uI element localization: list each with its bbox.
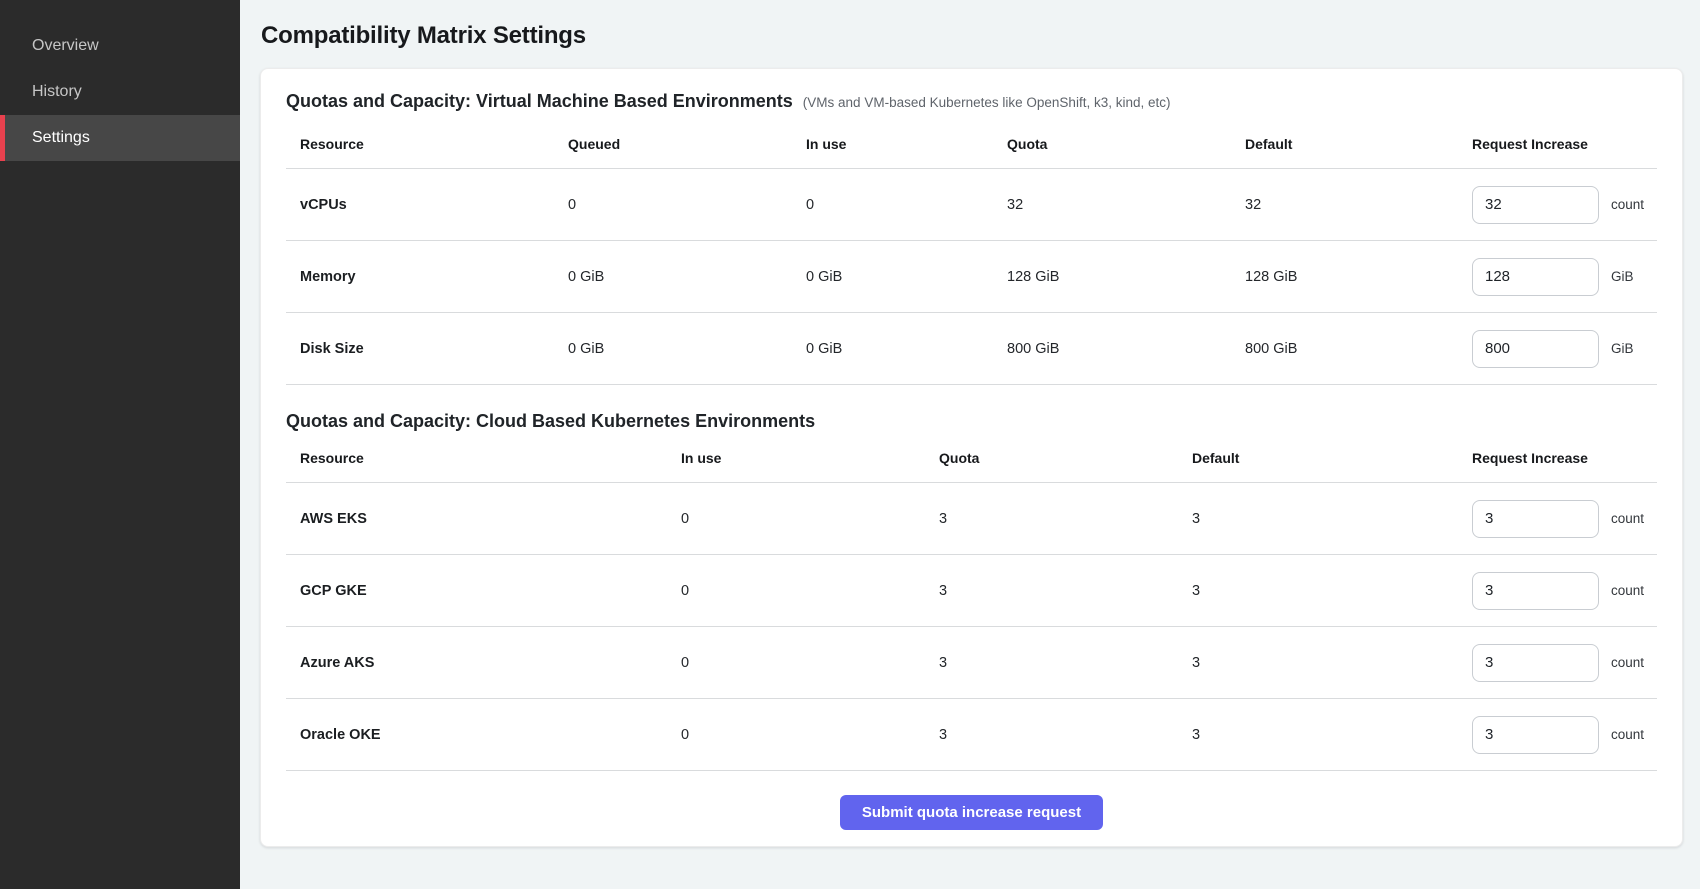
quota-cell: 3 — [925, 699, 1178, 771]
column-header: Resource — [286, 450, 667, 483]
quota-cell: 3 — [925, 483, 1178, 555]
settings-card: Quotas and Capacity: Virtual Machine Bas… — [260, 68, 1683, 847]
request-increase-input[interactable] — [1472, 330, 1599, 368]
default-cell: 32 — [1231, 169, 1458, 241]
table-row: Azure AKS033count — [286, 627, 1657, 699]
resource-cell: Azure AKS — [286, 627, 667, 699]
quota-cell: 128 GiB — [993, 241, 1231, 313]
in-use-cell: 0 — [792, 169, 993, 241]
unit-label: count — [1611, 511, 1644, 526]
column-header: Request Increase — [1458, 450, 1657, 483]
quota-cell: 3 — [925, 627, 1178, 699]
default-cell: 800 GiB — [1231, 313, 1458, 385]
quota-cell: 3 — [925, 555, 1178, 627]
main-content: Compatibility Matrix Settings Quotas and… — [240, 0, 1700, 889]
table-row: Disk Size0 GiB0 GiB800 GiB800 GiBGiB — [286, 313, 1657, 385]
default-cell: 3 — [1178, 483, 1458, 555]
resource-cell: vCPUs — [286, 169, 554, 241]
column-header: Default — [1231, 136, 1458, 169]
vm-section-header: Quotas and Capacity: Virtual Machine Bas… — [286, 91, 1657, 112]
vm-section-title: Quotas and Capacity: Virtual Machine Bas… — [286, 91, 793, 112]
unit-label: count — [1611, 197, 1644, 212]
quota-cell: 32 — [993, 169, 1231, 241]
default-cell: 3 — [1178, 627, 1458, 699]
submit-row: Submit quota increase request — [286, 795, 1657, 830]
vm-quota-table: ResourceQueuedIn useQuotaDefaultRequest … — [286, 136, 1657, 385]
sidebar: OverviewHistorySettings — [0, 0, 240, 889]
request-increase-cell: count — [1458, 169, 1657, 241]
queued-cell: 0 GiB — [554, 313, 792, 385]
column-header: Default — [1178, 450, 1458, 483]
default-cell: 128 GiB — [1231, 241, 1458, 313]
table-row: GCP GKE033count — [286, 555, 1657, 627]
sidebar-item-overview[interactable]: Overview — [0, 23, 240, 69]
resource-cell: AWS EKS — [286, 483, 667, 555]
app-window: OverviewHistorySettings Compatibility Ma… — [0, 0, 1700, 889]
sidebar-item-settings[interactable]: Settings — [0, 115, 240, 161]
request-increase-input[interactable] — [1472, 572, 1599, 610]
default-cell: 3 — [1178, 699, 1458, 771]
in-use-cell: 0 GiB — [792, 241, 993, 313]
column-header: Quota — [925, 450, 1178, 483]
table-row: Oracle OKE033count — [286, 699, 1657, 771]
request-increase-input[interactable] — [1472, 186, 1599, 224]
table-row: AWS EKS033count — [286, 483, 1657, 555]
resource-cell: Disk Size — [286, 313, 554, 385]
sidebar-item-history[interactable]: History — [0, 69, 240, 115]
column-header: Queued — [554, 136, 792, 169]
table-header-row: ResourceQueuedIn useQuotaDefaultRequest … — [286, 136, 1657, 169]
unit-label: count — [1611, 655, 1644, 670]
column-header: Resource — [286, 136, 554, 169]
in-use-cell: 0 — [667, 483, 925, 555]
table-header-row: ResourceIn useQuotaDefaultRequest Increa… — [286, 450, 1657, 483]
sidebar-nav: OverviewHistorySettings — [0, 23, 240, 161]
column-header: In use — [792, 136, 993, 169]
request-increase-input[interactable] — [1472, 258, 1599, 296]
request-increase-input[interactable] — [1472, 644, 1599, 682]
table-row: vCPUs003232count — [286, 169, 1657, 241]
in-use-cell: 0 — [667, 555, 925, 627]
submit-quota-request-button[interactable]: Submit quota increase request — [840, 795, 1103, 830]
request-increase-input[interactable] — [1472, 716, 1599, 754]
unit-label: GiB — [1611, 269, 1634, 284]
request-increase-cell: GiB — [1458, 313, 1657, 385]
column-header: Quota — [993, 136, 1231, 169]
request-increase-cell: GiB — [1458, 241, 1657, 313]
unit-label: count — [1611, 727, 1644, 742]
default-cell: 3 — [1178, 555, 1458, 627]
unit-label: count — [1611, 583, 1644, 598]
resource-cell: Memory — [286, 241, 554, 313]
resource-cell: Oracle OKE — [286, 699, 667, 771]
in-use-cell: 0 — [667, 627, 925, 699]
page-title: Compatibility Matrix Settings — [261, 22, 1683, 50]
unit-label: GiB — [1611, 341, 1634, 356]
request-increase-cell: count — [1458, 555, 1657, 627]
in-use-cell: 0 — [667, 699, 925, 771]
queued-cell: 0 — [554, 169, 792, 241]
request-increase-input[interactable] — [1472, 500, 1599, 538]
quota-cell: 800 GiB — [993, 313, 1231, 385]
request-increase-cell: count — [1458, 483, 1657, 555]
cloud-k8s-quota-table: ResourceIn useQuotaDefaultRequest Increa… — [286, 450, 1657, 771]
in-use-cell: 0 GiB — [792, 313, 993, 385]
queued-cell: 0 GiB — [554, 241, 792, 313]
k8s-section-title: Quotas and Capacity: Cloud Based Kuberne… — [286, 411, 1657, 432]
column-header: Request Increase — [1458, 136, 1657, 169]
column-header: In use — [667, 450, 925, 483]
resource-cell: GCP GKE — [286, 555, 667, 627]
vm-section-subtitle: (VMs and VM-based Kubernetes like OpenSh… — [803, 95, 1171, 110]
request-increase-cell: count — [1458, 699, 1657, 771]
table-row: Memory0 GiB0 GiB128 GiB128 GiBGiB — [286, 241, 1657, 313]
request-increase-cell: count — [1458, 627, 1657, 699]
